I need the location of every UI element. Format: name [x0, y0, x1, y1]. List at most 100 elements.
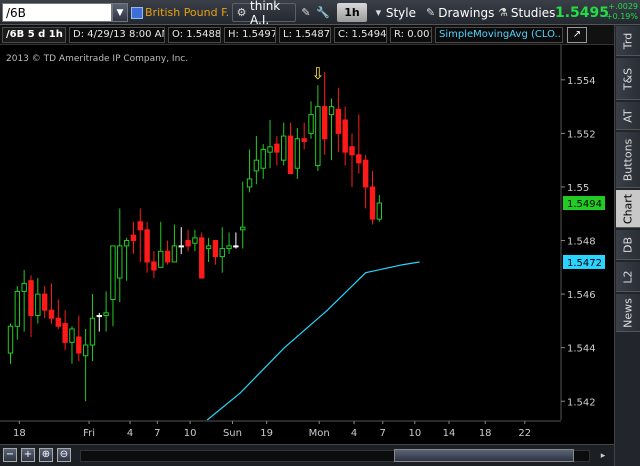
drawing-tool-button[interactable]: ✎ — [298, 3, 314, 22]
side-tab-db[interactable]: DB — [616, 230, 640, 260]
side-tab-trd[interactable]: Trd — [616, 26, 640, 56]
chart-period-label[interactable]: /6B 5 d 1h — [2, 27, 66, 43]
settings-button[interactable]: 🔧 — [315, 3, 331, 22]
wrench-icon: 🔧 — [316, 5, 330, 19]
beaker-icon: ⚗ — [498, 5, 508, 19]
scroll-right-button[interactable]: ▸ — [596, 449, 610, 463]
chart-toolbar: /6B ▼ British Pound F... ⚙ think A.I. ✎ … — [0, 0, 640, 27]
side-tab-label: News — [621, 297, 635, 328]
side-tab-news[interactable]: News — [616, 294, 640, 332]
crosshair-icon: ⊕ — [41, 449, 51, 460]
style-menu-button[interactable]: ▾ Style — [370, 3, 420, 22]
side-tab-l2[interactable]: L2 — [616, 262, 640, 292]
candle-body — [21, 282, 27, 292]
candle-body — [294, 138, 301, 169]
side-tab-ts[interactable]: T&S — [616, 58, 640, 100]
candle-body — [328, 106, 335, 116]
last-price-label: 1.5494 — [567, 199, 602, 210]
candle-body — [226, 245, 232, 250]
symbol-dropdown-button[interactable]: ▼ — [112, 3, 128, 22]
studies-menu-button[interactable]: ⚗ Studies — [494, 3, 555, 22]
candle-body — [212, 240, 219, 258]
chevron-down-icon: ▾ — [375, 5, 382, 19]
zoom-out-button[interactable]: − — [3, 448, 17, 462]
x-tick-label: 18 — [13, 428, 26, 439]
candle-body — [96, 315, 102, 318]
drawings-menu-button[interactable]: ✎ Drawings — [422, 3, 495, 22]
expand-chart-button[interactable]: ↗ — [567, 27, 587, 43]
x-tick-label: 7 — [380, 428, 386, 439]
drawings-label: Drawings — [438, 5, 495, 20]
price-chart[interactable]: ⇩ 1.5421.5441.5461.5481.551.5521.5541.54… — [0, 45, 614, 444]
gear-icon: ⚙ — [236, 5, 247, 19]
studies-label: Studies — [510, 5, 556, 20]
side-tab-label: DB — [621, 236, 635, 253]
candle-body — [48, 309, 55, 319]
candle-body — [130, 234, 137, 242]
candle-body — [233, 245, 239, 248]
zoom-in-button[interactable]: + — [21, 448, 35, 462]
candle-body — [315, 106, 321, 167]
bar-date: D: 4/29/13 8:00 AM — [69, 27, 165, 43]
axis-layer: 1.542 1.544 1.546 1.548 1.55 1.552 1.554 1.5494… — [0, 45, 605, 439]
side-tab-chart[interactable]: Chart — [616, 190, 640, 228]
candle-body — [260, 148, 266, 169]
side-tab-at[interactable]: AT — [616, 102, 640, 130]
pencil-icon: ✎ — [301, 5, 311, 19]
pencil-icon: ✎ — [426, 5, 436, 19]
candle-body — [205, 245, 212, 250]
candle-body — [89, 317, 96, 346]
side-tab-label: L2 — [621, 269, 635, 284]
candle-body — [369, 186, 376, 220]
fit-button[interactable]: ⊖ — [57, 448, 71, 462]
study-label[interactable]: SimpleMovingAvg (CLO... — [435, 27, 563, 43]
candle-body — [253, 159, 260, 172]
side-tab-buttons[interactable]: Buttons — [616, 132, 640, 188]
candle-body — [267, 146, 273, 153]
candle-body — [178, 245, 184, 248]
expand-icon: ↗ — [572, 29, 582, 40]
net-change: +.0029 — [608, 2, 638, 11]
chevron-right-icon: ▸ — [600, 451, 606, 461]
candle-body — [362, 159, 369, 188]
symbol-input[interactable]: /6B — [2, 3, 112, 22]
y-tick-label: 1.542 — [567, 397, 596, 408]
side-tab-label: Chart — [621, 193, 635, 224]
x-tick-label: 10 — [184, 428, 197, 439]
side-tab-label: T&S — [621, 67, 635, 90]
candle-body — [301, 138, 307, 142]
bar-open: O: 1.5488 — [168, 27, 221, 43]
candle-body — [41, 293, 48, 311]
instrument-info-icon[interactable] — [131, 7, 143, 19]
candle-body — [158, 250, 164, 268]
candle-body — [69, 328, 75, 343]
bar-close: C: 1.5494 — [334, 27, 387, 43]
candle-body — [151, 261, 157, 271]
candle-body — [308, 114, 314, 134]
candle-body — [335, 108, 342, 134]
side-tab-label: Buttons — [621, 138, 635, 181]
bar-low: L: 1.5487 — [279, 27, 331, 43]
last-price: 1.5495 — [555, 4, 610, 21]
y-tick-label: 1.554 — [567, 76, 596, 87]
candle-body — [376, 202, 383, 220]
think-ai-button[interactable]: ⚙ think A.I. — [232, 0, 296, 27]
candle-body — [321, 106, 328, 140]
minus-icon: − — [5, 449, 15, 460]
y-tick-label: 1.546 — [567, 290, 596, 301]
candle-body — [35, 293, 41, 317]
high-marker-arrow: ⇩ — [311, 64, 324, 83]
timeframe-button[interactable]: 1h — [337, 3, 367, 22]
zoom-reset-button[interactable]: ⊕ — [39, 448, 53, 462]
chart-info-bar: /6B 5 d 1h D: 4/29/13 8:00 AM O: 1.5488 … — [0, 25, 614, 45]
candle-body — [342, 119, 348, 153]
candle-body — [14, 290, 21, 327]
style-label: Style — [385, 5, 416, 20]
plus-icon: + — [23, 449, 33, 460]
x-tick-label: 7 — [154, 428, 160, 439]
candle-body — [55, 317, 62, 327]
sma-layer — [206, 261, 420, 421]
copyright-watermark: 2013 © TD Ameritrade IP Company, Inc. — [6, 54, 189, 64]
y-tick-label: 1.55 — [567, 183, 589, 194]
time-scrollbar-thumb[interactable] — [394, 449, 574, 462]
